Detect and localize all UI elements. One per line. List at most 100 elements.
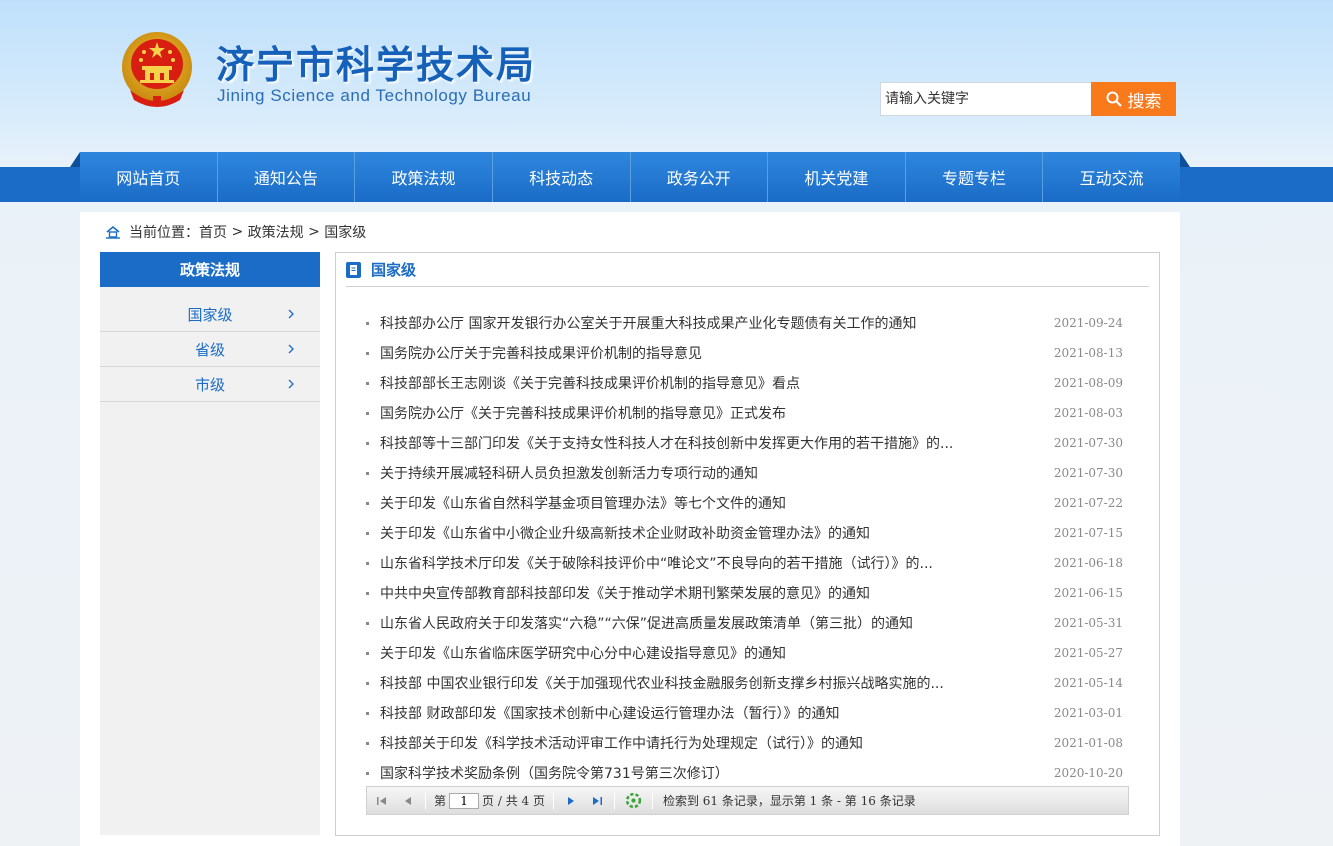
list-bullet [366,501,369,505]
sidebar-item-provincial[interactable]: 省级 [100,332,320,367]
list-item[interactable]: 科技部关于印发《科学技术活动评审工作中请托行为处理规定（试行）》的通知 2021-… [366,728,1126,758]
list-bullet [366,711,369,715]
nav-item-topics[interactable]: 专题专栏 [906,152,1044,202]
article-list: 科技部办公厅 国家开发银行办公室关于开展重大科技成果产业化专题债有关工作的通知 2… [366,308,1126,788]
page-number-input[interactable] [449,792,480,809]
sidebar-item-municipal[interactable]: 市级 [100,367,320,402]
list-item[interactable]: 国务院办公厅关于完善科技成果评价机制的指导意见 2021-08-13 [366,338,1126,368]
sidebar-item-label: 市级 [194,375,225,394]
article-title[interactable]: 科技部关于印发《科学技术活动评审工作中请托行为处理规定（试行）》的通知 [380,733,863,753]
article-date: 2021-08-13 [1053,346,1123,360]
list-item[interactable]: 科技部办公厅 国家开发银行办公室关于开展重大科技成果产业化专题债有关工作的通知 2… [366,308,1126,338]
pager-page-suffix: 页 / 共 4 页 [482,794,545,808]
article-panel: 国家级 科技部办公厅 国家开发银行办公室关于开展重大科技成果产业化专题债有关工作… [335,252,1160,836]
pager-page-prefix: 第 [434,794,447,808]
list-item[interactable]: 山东省人民政府关于印发落实“六稳”“六保”促进高质量发展政策清单（第三批）的通知… [366,608,1126,638]
list-bullet [366,471,369,475]
list-bullet [366,741,369,745]
pager-divider [425,792,426,809]
breadcrumb-national[interactable]: 国家级 [324,222,366,242]
nav-wing-right [1180,152,1190,167]
list-bullet [366,351,369,355]
article-title[interactable]: 科技部等十三部门印发《关于支持女性科技人才在科技创新中发挥更大作用的若干措施》的… [380,433,953,453]
nav-wing-left [70,152,80,167]
pager-divider [552,792,554,809]
article-title[interactable]: 科技部 财政部印发《国家技术创新中心建设运行管理办法（暂行）》的通知 [380,703,839,723]
list-item[interactable]: 关于印发《山东省自然科学基金项目管理办法》等七个文件的通知 2021-07-22 [366,488,1126,518]
article-title[interactable]: 科技部办公厅 国家开发银行办公室关于开展重大科技成果产业化专题债有关工作的通知 [380,313,916,333]
nav-item-policies[interactable]: 政策法规 [355,152,493,202]
content-area: 当前位置： 首页 > 政策法规 > 国家级 政策法规 国家级 省级 市级 国家级… [80,212,1180,846]
nav-item-tech-news[interactable]: 科技动态 [493,152,631,202]
list-bullet [366,561,369,565]
list-item[interactable]: 关于印发《山东省中小微企业升级高新技术企业财政补助资金管理办法》的通知 2021-… [366,518,1126,548]
article-date: 2021-09-24 [1053,316,1123,330]
article-date: 2021-06-15 [1053,586,1123,600]
article-title[interactable]: 科技部部长王志刚谈《关于完善科技成果评价机制的指导意见》看点 [380,373,800,393]
list-item[interactable]: 科技部 财政部印发《国家技术创新中心建设运行管理办法（暂行）》的通知 2021-0… [366,698,1126,728]
chevron-right-icon [288,309,294,319]
list-item[interactable]: 科技部 中国农业银行印发《关于加强现代农业科技金融服务创新支撑乡村振兴战略实施的… [366,668,1126,698]
list-item[interactable]: 科技部等十三部门印发《关于支持女性科技人才在科技创新中发挥更大作用的若干措施》的… [366,428,1126,458]
list-item[interactable]: 国家科学技术奖励条例（国务院令第731号第三次修订） 2020-10-20 [366,758,1126,788]
pager-divider [613,792,615,809]
article-title[interactable]: 关于印发《山东省中小微企业升级高新技术企业财政补助资金管理办法》的通知 [380,523,870,543]
article-date: 2021-06-18 [1053,556,1123,570]
site-title: 济宁市科学技术局 [216,43,537,87]
document-icon [346,261,361,278]
main-nav: 网站首页 通知公告 政策法规 科技动态 政务公开 机关党建 专题专栏 互动交流 [80,152,1180,202]
national-emblem-icon [122,32,192,107]
sidebar-item-label: 省级 [194,340,225,359]
nav-item-party[interactable]: 机关党建 [768,152,906,202]
article-date: 2021-05-31 [1053,616,1123,630]
list-item[interactable]: 山东省科学技术厅印发《关于破除科技评价中“唯论文”不良导向的若干措施（试行）》的… [366,548,1126,578]
chevron-right-icon [288,379,294,389]
list-bullet [366,441,369,445]
list-bullet [366,651,369,655]
article-title[interactable]: 国家科学技术奖励条例（国务院令第731号第三次修订） [380,763,729,783]
nav-item-interaction[interactable]: 互动交流 [1043,152,1180,202]
article-title[interactable]: 科技部 中国农业银行印发《关于加强现代农业科技金融服务创新支撑乡村振兴战略实施的… [380,673,944,693]
article-title[interactable]: 山东省科学技术厅印发《关于破除科技评价中“唯论文”不良导向的若干措施（试行）》的… [380,553,933,573]
list-item[interactable]: 科技部部长王志刚谈《关于完善科技成果评价机制的指导意见》看点 2021-08-09 [366,368,1126,398]
breadcrumb-separator: > [227,224,248,240]
breadcrumb: 当前位置： 首页 > 政策法规 > 国家级 [105,222,366,242]
list-item[interactable]: 关于持续开展减轻科研人员负担激发创新活力专项行动的通知 2021-07-30 [366,458,1126,488]
refresh-icon[interactable] [625,792,642,809]
article-title[interactable]: 关于印发《山东省自然科学基金项目管理办法》等七个文件的通知 [380,493,786,513]
list-bullet [366,411,369,415]
last-page-icon[interactable] [590,794,604,808]
article-title[interactable]: 关于持续开展减轻科研人员负担激发创新活力专项行动的通知 [380,463,758,483]
search-box: 搜索 [880,82,1176,116]
article-date: 2020-10-20 [1053,766,1123,780]
pager-divider [651,792,653,809]
breadcrumb-home[interactable]: 首页 [199,222,227,242]
article-title[interactable]: 国务院办公厅《关于完善科技成果评价机制的指导意见》正式发布 [380,403,786,423]
article-title[interactable]: 山东省人民政府关于印发落实“六稳”“六保”促进高质量发展政策清单（第三批）的通知 [380,613,913,633]
list-item[interactable]: 中共中央宣传部教育部科技部印发《关于推动学术期刊繁荣发展的意见》的通知 2021-… [366,578,1126,608]
search-button[interactable]: 搜索 [1091,82,1176,116]
article-date: 2021-07-15 [1053,526,1123,540]
sidebar-title: 政策法规 [100,252,320,287]
article-date: 2021-07-30 [1053,466,1123,480]
list-item[interactable]: 国务院办公厅《关于完善科技成果评价机制的指导意见》正式发布 2021-08-03 [366,398,1126,428]
first-page-icon[interactable] [375,794,389,808]
nav-item-home[interactable]: 网站首页 [80,152,218,202]
search-button-label: 搜索 [1127,91,1162,112]
list-item[interactable]: 关于印发《山东省临床医学研究中心分中心建设指导意见》的通知 2021-05-27 [366,638,1126,668]
article-title[interactable]: 中共中央宣传部教育部科技部印发《关于推动学术期刊繁荣发展的意见》的通知 [380,583,870,603]
breadcrumb-policies[interactable]: 政策法规 [248,222,304,242]
article-title[interactable]: 关于印发《山东省临床医学研究中心分中心建设指导意见》的通知 [380,643,786,663]
prev-page-icon[interactable] [401,794,415,808]
article-date: 2021-05-27 [1053,646,1123,660]
next-page-icon[interactable] [564,794,578,808]
article-title[interactable]: 国务院办公厅关于完善科技成果评价机制的指导意见 [380,343,702,363]
nav-item-notices[interactable]: 通知公告 [218,152,356,202]
article-date: 2021-08-03 [1053,406,1123,420]
breadcrumb-prefix: 当前位置： [129,225,199,241]
article-date: 2021-08-09 [1053,376,1123,390]
article-date: 2021-07-30 [1053,436,1123,450]
nav-item-gov-affairs[interactable]: 政务公开 [631,152,769,202]
search-input[interactable] [880,82,1091,116]
sidebar-item-national[interactable]: 国家级 [100,297,320,332]
